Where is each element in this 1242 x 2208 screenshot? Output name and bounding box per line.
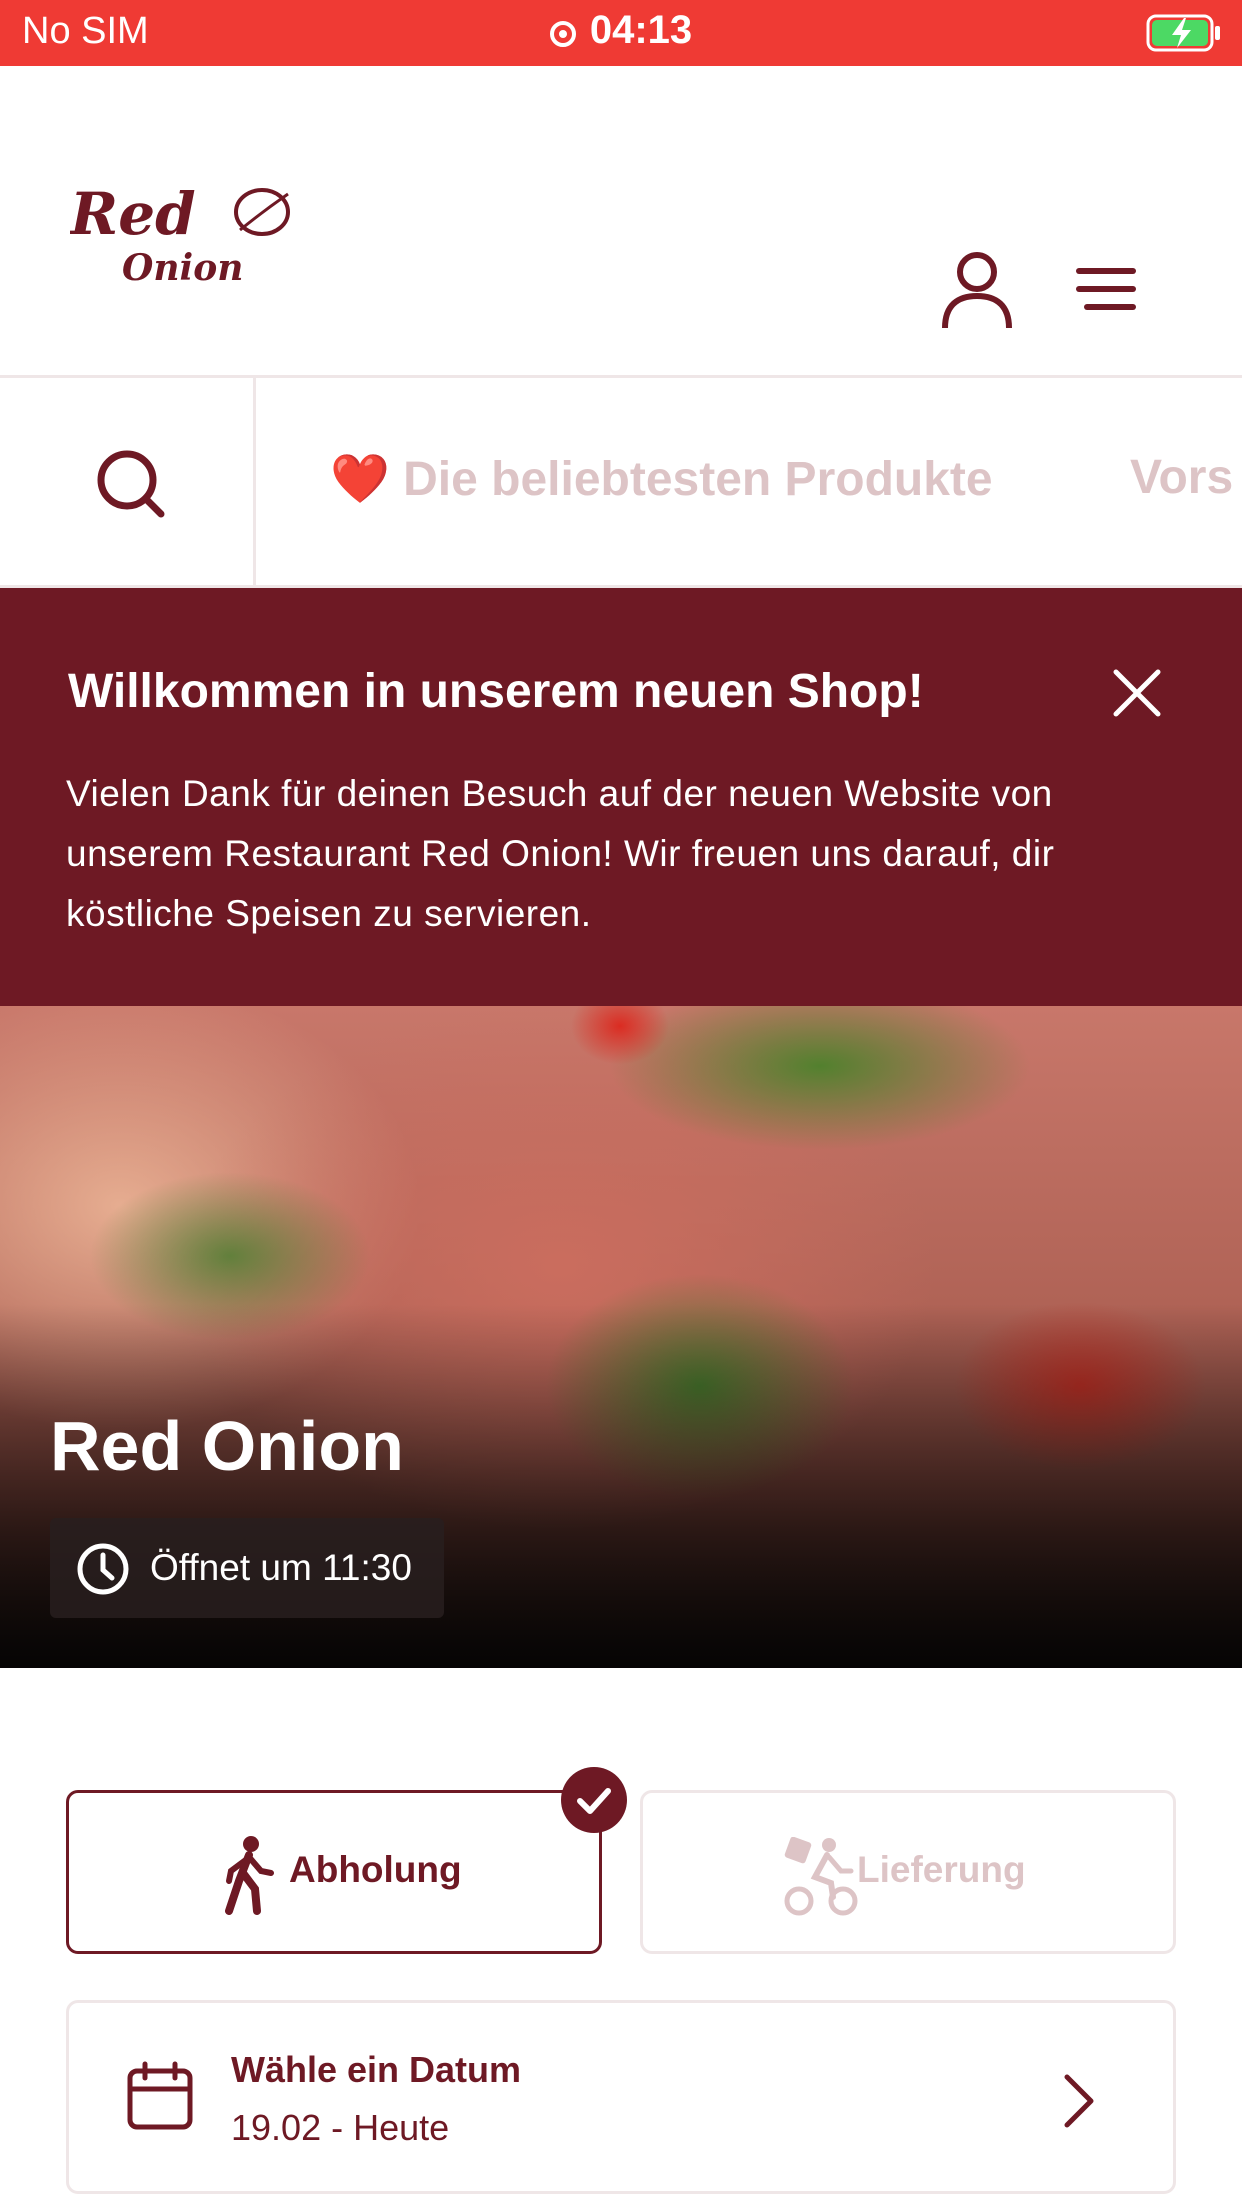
category-nav: ❤️ Die beliebtesten Produkte Vors <box>0 378 1242 588</box>
calendar-icon <box>127 2061 193 2130</box>
category-item-next[interactable]: Vors <box>1130 450 1233 505</box>
delivery-option[interactable]: Lieferung <box>640 1790 1176 1954</box>
category-item-popular[interactable]: ❤️ Die beliebtesten Produkte <box>330 450 993 507</box>
site-header: Red Onion <box>0 66 1242 378</box>
date-value: 19.02 - Heute <box>231 2107 450 2148</box>
restaurant-name: Red Onion <box>50 1407 404 1485</box>
date-title: Wähle ein Datum <box>231 2049 522 2090</box>
selected-check-icon <box>561 1767 627 1833</box>
opening-hours-badge: Öffnet um 11:30 <box>50 1518 444 1618</box>
category-label: Die beliebtesten Produkte <box>403 453 993 506</box>
opening-hours-text: Öffnet um 11:30 <box>150 1547 412 1588</box>
welcome-banner: Willkommen in unserem neuen Shop! Vielen… <box>0 588 1242 1006</box>
clock-icon <box>77 1543 129 1595</box>
chevron-right-icon <box>1064 2074 1094 2128</box>
close-icon[interactable] <box>1112 668 1162 718</box>
pickup-option[interactable]: Abholung <box>66 1790 602 1954</box>
red-onion-logo[interactable]: Red Onion <box>70 172 300 292</box>
time-label: 04:13 <box>589 8 693 52</box>
search-button[interactable] <box>0 378 256 585</box>
heart-icon: ❤️ <box>330 453 390 506</box>
delivery-label: Lieferung <box>857 1849 1026 1890</box>
banner-text: Vielen Dank für deinen Besuch auf der ne… <box>66 773 1055 934</box>
walking-person-icon <box>225 1836 274 1915</box>
battery-charging-icon <box>1146 14 1220 52</box>
pickup-label: Abholung <box>289 1849 462 1890</box>
search-icon <box>97 450 165 518</box>
svg-text:Red: Red <box>70 180 196 248</box>
banner-title: Willkommen in unserem neuen Shop! <box>68 665 924 718</box>
delivery-bike-icon <box>784 1837 858 1916</box>
category-label: Vors <box>1130 451 1234 504</box>
status-bar: No SIM 04:13 <box>0 0 1242 66</box>
status-time: 04:13 <box>0 8 1242 53</box>
screen-record-icon <box>549 21 576 47</box>
hamburger-menu-icon[interactable] <box>1076 264 1142 314</box>
hero-image: Red Onion Öffnet um 11:30 <box>0 1006 1242 1668</box>
date-selector[interactable]: Wähle ein Datum 19.02 - Heute <box>66 2000 1176 2194</box>
account-icon[interactable] <box>940 250 1014 330</box>
svg-text:Onion: Onion <box>122 247 243 289</box>
